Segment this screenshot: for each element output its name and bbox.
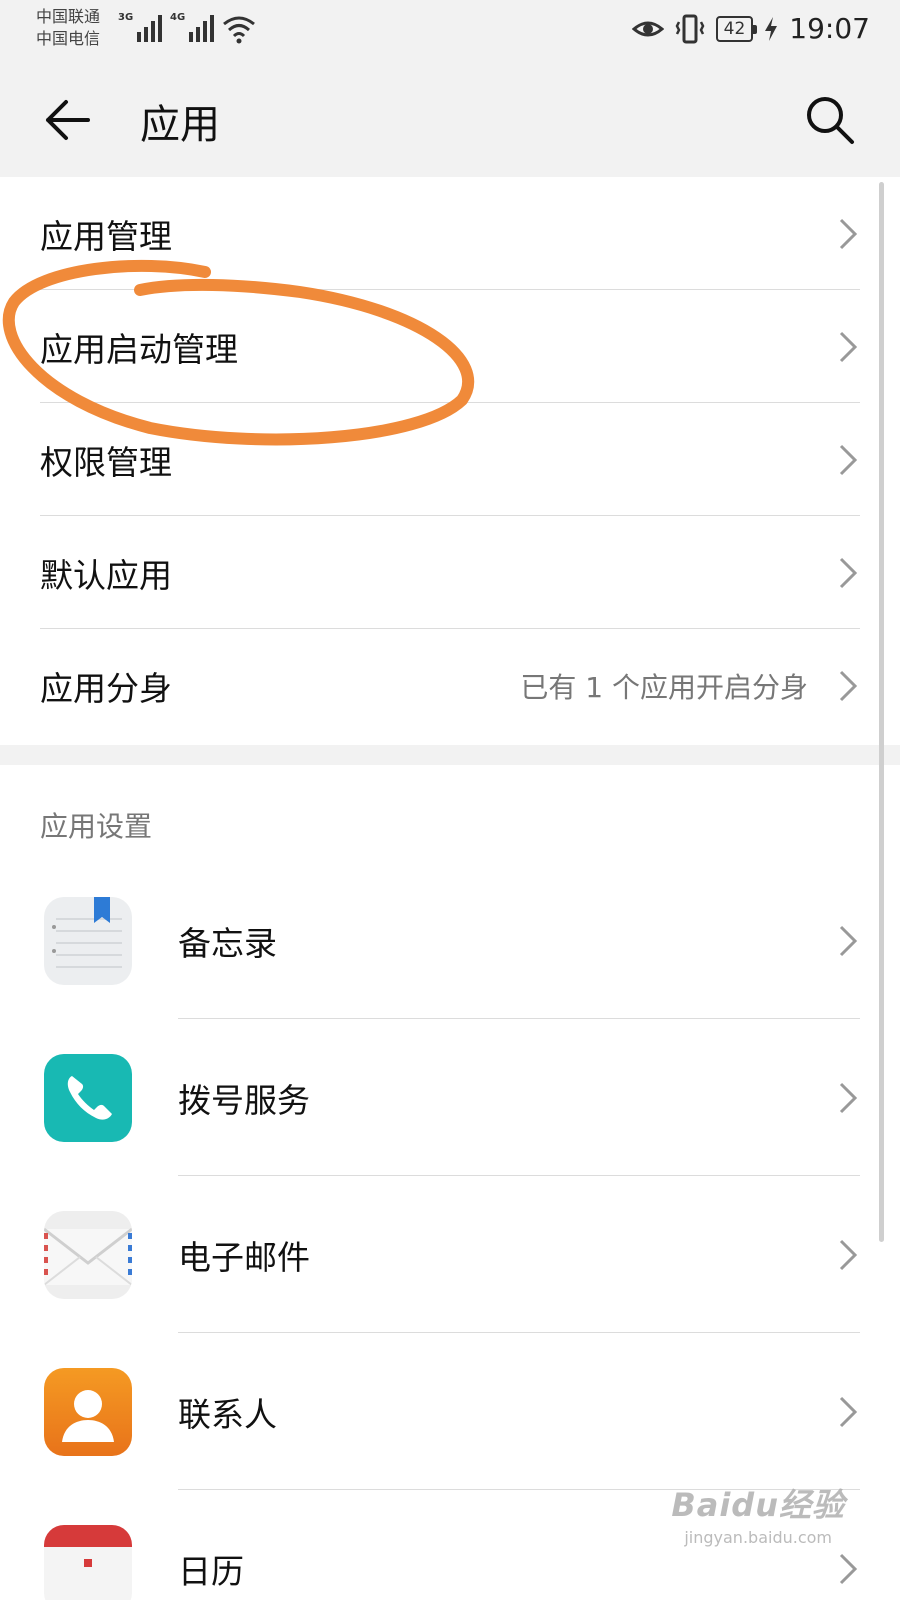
watermark-sub: jingyan.baidu.com	[684, 1528, 832, 1547]
phone-icon	[44, 1054, 132, 1142]
arrow-left-icon[interactable]	[42, 94, 94, 146]
menu-item-app-management[interactable]: 应用管理	[0, 177, 900, 290]
scrollbar[interactable]	[879, 182, 884, 1242]
chevron-right-icon	[839, 1082, 858, 1113]
search-icon[interactable]	[802, 92, 858, 148]
menu-item-label: 权限管理	[40, 442, 172, 482]
mail-icon	[44, 1211, 132, 1299]
app-label: 电子邮件	[178, 1237, 310, 1277]
menu-item-label: 应用分身	[40, 668, 172, 708]
menu-card: 应用管理 应用启动管理 权限管理 默认应用 应用分身 已有 1 个应用开启分身	[0, 177, 900, 745]
carrier-info: 中国联通 中国电信	[36, 6, 100, 50]
chevron-right-icon	[839, 444, 858, 475]
clock: 19:07	[789, 12, 870, 45]
chevron-right-icon	[839, 925, 858, 956]
app-row-notepad[interactable]: 备忘录	[0, 862, 900, 1019]
app-row-email[interactable]: 电子邮件	[0, 1176, 900, 1333]
network-type-1: 3G	[118, 12, 134, 23]
menu-item-app-launch[interactable]: 应用启动管理	[0, 290, 900, 403]
section-title: 应用设置	[40, 810, 153, 843]
contact-icon	[44, 1368, 132, 1456]
battery-indicator: 42	[715, 15, 757, 42]
signal-icon: 3G	[118, 12, 163, 42]
network-type-2: 4G	[170, 12, 186, 23]
notepad-icon	[44, 897, 132, 985]
status-right: 42 19:07	[631, 12, 870, 45]
chevron-right-icon	[839, 557, 858, 588]
status-bar: 中国联通 中国电信 3G 4G 42 19:07	[0, 0, 900, 62]
chevron-right-icon	[839, 1553, 858, 1584]
menu-item-label: 应用启动管理	[40, 329, 238, 369]
page-title: 应用	[140, 102, 220, 148]
app-label: 备忘录	[178, 923, 277, 963]
app-row-contacts[interactable]: 联系人	[0, 1333, 900, 1490]
menu-item-label: 应用管理	[40, 216, 172, 256]
app-label: 拨号服务	[178, 1080, 310, 1120]
menu-item-app-twin[interactable]: 应用分身 已有 1 个应用开启分身	[0, 629, 900, 742]
watermark: Baidu经验 jingyan.baidu.com	[671, 1480, 845, 1547]
menu-item-default-apps[interactable]: 默认应用	[0, 516, 900, 629]
chevron-right-icon	[839, 1396, 858, 1427]
eye-icon	[631, 21, 664, 36]
chevron-right-icon	[839, 218, 858, 249]
menu-item-permissions[interactable]: 权限管理	[0, 403, 900, 516]
app-settings-card: 应用设置 备忘录 拨号服务 电子邮件 联系人 日历	[0, 765, 900, 1600]
menu-item-label: 默认应用	[40, 555, 172, 595]
chevron-right-icon	[839, 670, 858, 701]
app-bar: 应用	[0, 62, 900, 177]
app-label: 联系人	[178, 1394, 277, 1434]
carrier-1: 中国联通	[36, 7, 101, 26]
signal-icon: 4G	[170, 12, 215, 42]
app-row-dialer[interactable]: 拨号服务	[0, 1019, 900, 1176]
vibrate-icon	[675, 14, 705, 43]
calendar-icon	[44, 1525, 132, 1600]
watermark-main: Baidu经验	[671, 1486, 845, 1524]
carrier-2: 中国电信	[36, 29, 101, 48]
app-label: 日历	[178, 1551, 244, 1591]
chevron-right-icon	[839, 331, 858, 362]
chevron-right-icon	[839, 1239, 858, 1270]
menu-item-value: 已有 1 个应用开启分身	[520, 670, 808, 704]
charging-icon	[765, 16, 778, 41]
wifi-icon	[223, 16, 255, 44]
